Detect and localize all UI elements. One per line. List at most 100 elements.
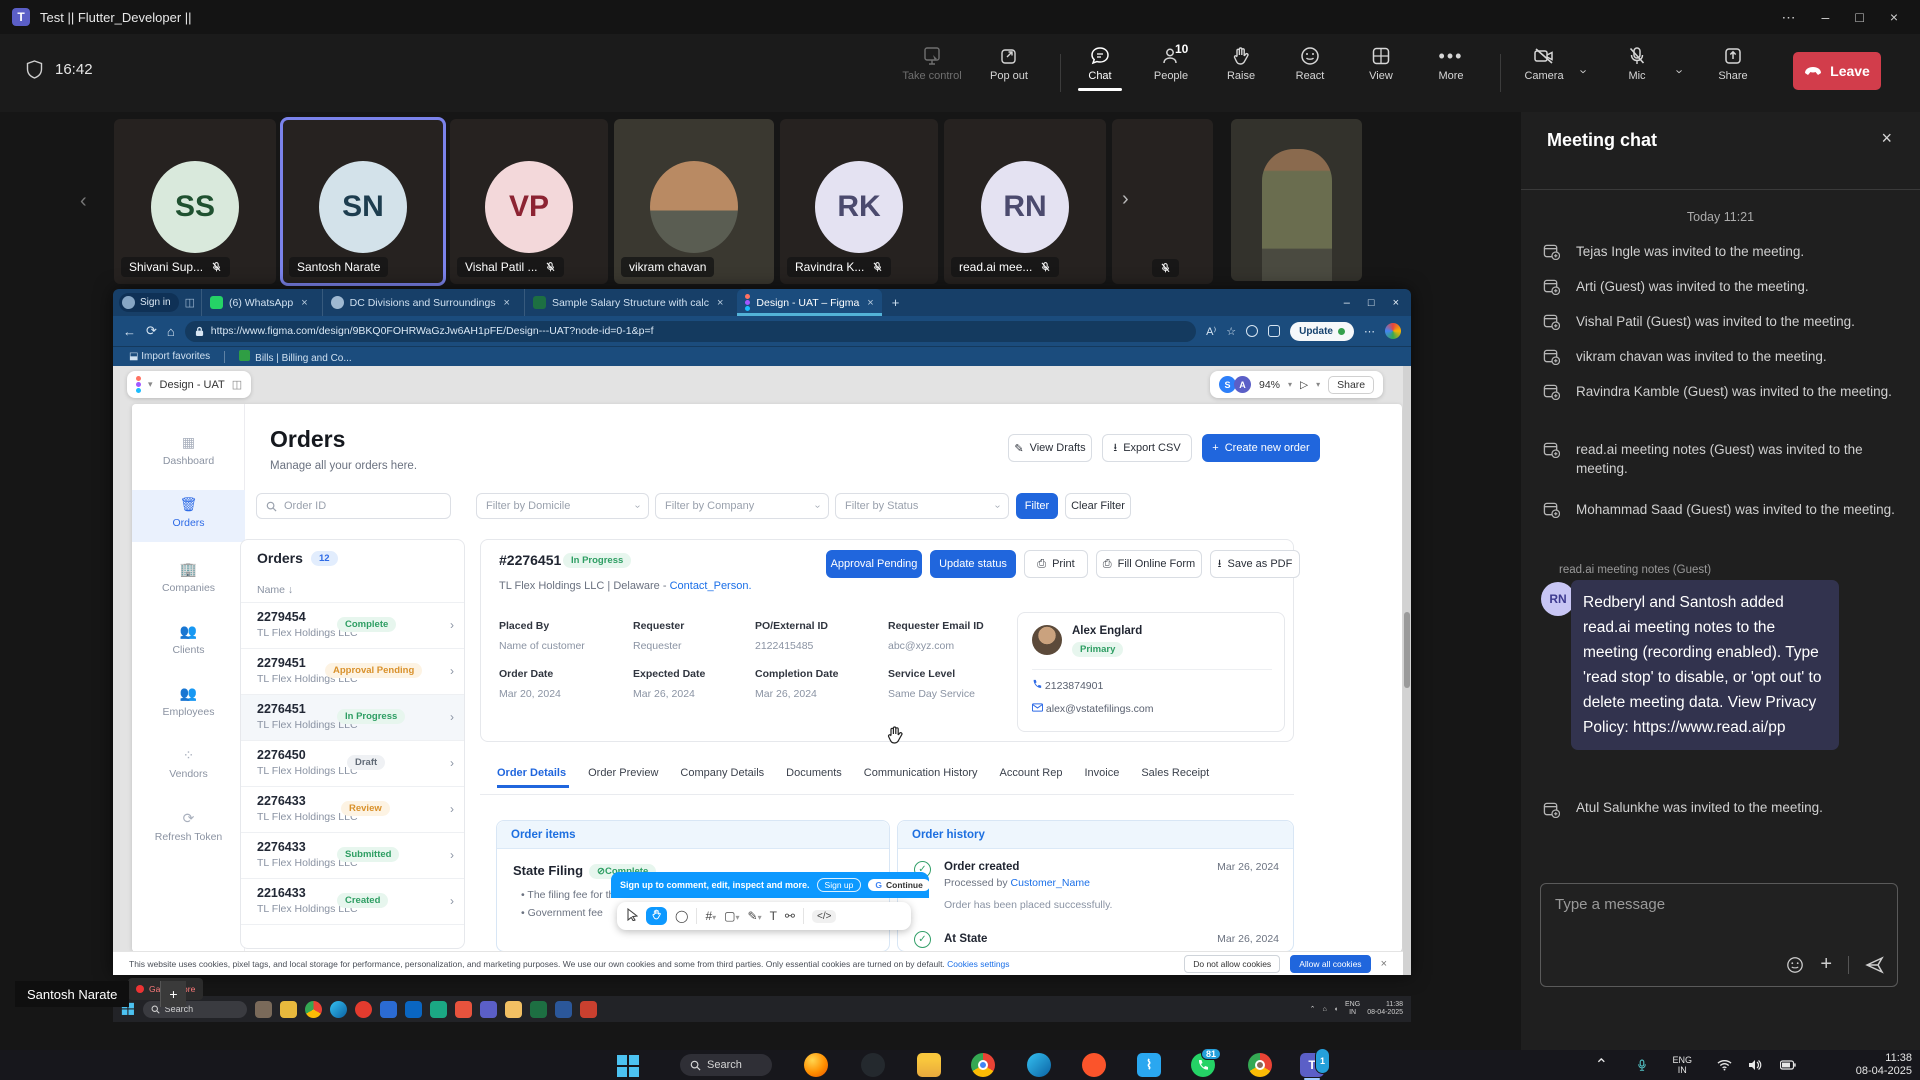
tab-order-preview[interactable]: Order Preview <box>588 767 658 779</box>
mic-button[interactable]: Mic <box>1605 46 1669 82</box>
comment-tool-icon[interactable]: ◯ <box>675 909 688 923</box>
desktop-search-field[interactable]: Search <box>143 1001 247 1018</box>
vscode-icon[interactable]: ⌇ <box>1137 1053 1161 1077</box>
scrollbar-thumb[interactable] <box>1404 612 1410 688</box>
back-icon[interactable]: ← <box>123 324 136 339</box>
tab-close-icon[interactable]: × <box>504 297 510 309</box>
browser-minimize-icon[interactable]: – <box>1344 297 1350 309</box>
participant-tile[interactable]: SS Shivani Sup... <box>114 119 276 284</box>
fill-online-form-button[interactable]: ⎙ Fill Online Form <box>1096 550 1202 578</box>
tab-communication-history[interactable]: Communication History <box>864 767 978 779</box>
browser-workspaces-icon[interactable]: ◫ <box>185 296 195 309</box>
order-row[interactable]: 2276433TL Flex Holdings LLC Review› <box>241 786 464 832</box>
word-icon[interactable] <box>555 1001 572 1018</box>
chrome-icon[interactable] <box>971 1053 995 1077</box>
view-drafts-button[interactable]: ✎ View Drafts <box>1008 434 1092 462</box>
pdf-icon[interactable] <box>580 1001 597 1018</box>
order-row[interactable]: 2279451TL Flex Holdings LLC Approval Pen… <box>241 648 464 694</box>
order-id-search-input[interactable]: Order ID <box>256 493 451 519</box>
pen-tool-icon[interactable]: ✎▾ <box>748 909 762 923</box>
move-tool-icon[interactable] <box>627 908 638 924</box>
app-icon[interactable] <box>405 1001 422 1018</box>
tab-close-icon[interactable]: × <box>301 297 307 309</box>
taskbar-clock[interactable]: 11:3808-04-2025 <box>1856 1052 1912 1078</box>
start-button[interactable] <box>617 1055 639 1077</box>
send-icon[interactable] <box>1865 956 1885 974</box>
favorite-star-icon[interactable]: ☆ <box>1226 325 1236 338</box>
figma-signup-button[interactable]: Sign up <box>817 878 862 892</box>
print-button[interactable]: ⎙ Print <box>1024 550 1088 578</box>
zoom-level[interactable]: 94% <box>1259 379 1280 391</box>
github-icon[interactable] <box>861 1053 885 1077</box>
collections-icon[interactable] <box>1246 325 1258 337</box>
chat-input[interactable]: Type a message + <box>1540 883 1898 987</box>
browser-tab[interactable]: (6) WhatsApp× <box>201 289 316 316</box>
window-minimize-icon[interactable]: – <box>1822 9 1830 26</box>
order-row[interactable]: 2276433TL Flex Holdings LLC Submitted› <box>241 832 464 878</box>
deny-cookies-button[interactable]: Do not allow cookies <box>1184 955 1280 973</box>
taskbar-search[interactable]: Search <box>680 1054 772 1076</box>
browser-maximize-icon[interactable]: □ <box>1368 297 1375 309</box>
edge-icon[interactable] <box>330 1001 347 1018</box>
app-icon[interactable] <box>430 1001 447 1018</box>
contact-person-link[interactable]: Contact_Person. <box>670 580 752 592</box>
app-icon[interactable] <box>255 1001 272 1018</box>
browser-tab[interactable]: Sample Salary Structure with calc× <box>524 289 731 316</box>
file-explorer-icon[interactable] <box>280 1001 297 1018</box>
cookie-settings-link[interactable]: Cookies settings <box>947 959 1009 969</box>
figma-file-pill[interactable]: ▾ Design - UAT ◫ <box>127 371 251 398</box>
sidebar-item-employees[interactable]: 👥Employees <box>132 685 245 718</box>
actions-tool-icon[interactable]: ⚯ <box>785 909 795 923</box>
tab-invoice[interactable]: Invoice <box>1084 767 1119 779</box>
create-new-order-button[interactable]: + Create new order <box>1202 434 1320 462</box>
page-scrollbar[interactable] <box>1403 366 1411 975</box>
figma-view-pill[interactable]: S A 94% ▾ ▷ ▾ Share <box>1210 371 1383 398</box>
cookie-close-icon[interactable]: × <box>1381 958 1387 970</box>
filter-button[interactable]: Filter <box>1016 493 1058 519</box>
tray-network-icon[interactable]: ⌂ <box>1323 1006 1327 1013</box>
sidebar-item-orders[interactable]: 🗑Orders <box>132 496 245 529</box>
column-header-name[interactable]: Name ↓ <box>257 584 293 596</box>
chrome-profile-icon[interactable] <box>1248 1053 1272 1077</box>
collaborator-avatar[interactable]: A <box>1234 376 1251 393</box>
refresh-icon[interactable]: ⟳ <box>146 323 157 339</box>
text-tool-icon[interactable]: T <box>770 909 777 923</box>
row-chevron-icon[interactable]: › <box>450 848 454 862</box>
react-button[interactable]: React <box>1278 46 1342 82</box>
sidebar-item-dashboard[interactable]: ▦Dashboard <box>132 434 245 467</box>
filter-status-select[interactable]: Filter by Status› <box>835 493 1009 519</box>
app-icon[interactable] <box>455 1001 472 1018</box>
contact-email[interactable]: alex@vstatefilings.com <box>1032 703 1153 715</box>
brave-icon[interactable] <box>1082 1053 1106 1077</box>
mic-options-chevron-icon[interactable]: › <box>1673 69 1688 73</box>
tab-order-details[interactable]: Order Details <box>497 767 566 779</box>
row-chevron-icon[interactable]: › <box>450 894 454 908</box>
tab-account-rep[interactable]: Account Rep <box>1000 767 1063 779</box>
folder-icon[interactable] <box>505 1001 522 1018</box>
tab-close-icon[interactable]: × <box>717 297 723 309</box>
language-indicator[interactable]: ENGIN <box>1345 1001 1360 1017</box>
sidebar-item-companies[interactable]: 🏢Companies <box>132 561 245 594</box>
firefox-icon[interactable] <box>804 1053 828 1077</box>
present-chevron-icon[interactable]: ▾ <box>1316 380 1320 389</box>
more-button[interactable]: ••• More <box>1419 46 1483 82</box>
teams-taskbar-icon[interactable]: T 1 <box>1300 1053 1324 1077</box>
contact-phone[interactable]: 2123874901 <box>1032 679 1103 692</box>
order-row[interactable]: 2279454TL Flex Holdings LLC Complete› <box>241 602 464 648</box>
row-chevron-icon[interactable]: › <box>450 756 454 770</box>
clear-filter-button[interactable]: Clear Filter <box>1065 493 1131 519</box>
save-as-pdf-button[interactable]: ⭳ Save as PDF <box>1210 550 1300 578</box>
present-icon[interactable]: ▷ <box>1300 379 1308 391</box>
tray-volume-icon[interactable]: ◖ <box>1334 1006 1338 1013</box>
order-row[interactable]: 2276450TL Flex Holdings LLC Draft› <box>241 740 464 786</box>
favorite-bookmark-link[interactable]: Bills | Billing and Co... <box>239 350 352 364</box>
presenter-expand-button[interactable]: + <box>160 981 186 1007</box>
file-explorer-icon[interactable] <box>917 1053 941 1077</box>
participant-tile-video[interactable] <box>1231 119 1362 281</box>
tray-chevron[interactable]: ⌃ <box>1595 1050 1608 1080</box>
filter-company-select[interactable]: Filter by Company› <box>655 493 829 519</box>
share-button[interactable]: Share <box>1701 46 1765 82</box>
filmstrip-prev-icon[interactable]: ‹ <box>80 190 87 213</box>
edge-icon[interactable] <box>1027 1053 1051 1077</box>
people-button[interactable]: 10 People <box>1139 46 1203 82</box>
